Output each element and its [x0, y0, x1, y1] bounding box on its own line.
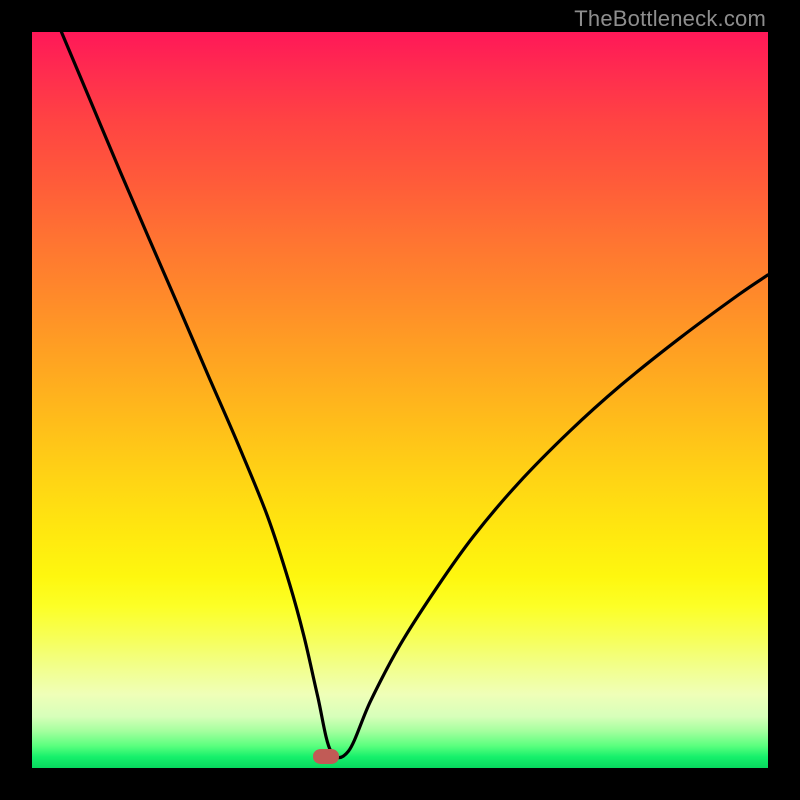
watermark-text: TheBottleneck.com [574, 6, 766, 32]
plot-area [32, 32, 768, 768]
bottleneck-curve [32, 32, 768, 768]
chart-frame: TheBottleneck.com [0, 0, 800, 800]
optimum-marker [313, 749, 339, 764]
